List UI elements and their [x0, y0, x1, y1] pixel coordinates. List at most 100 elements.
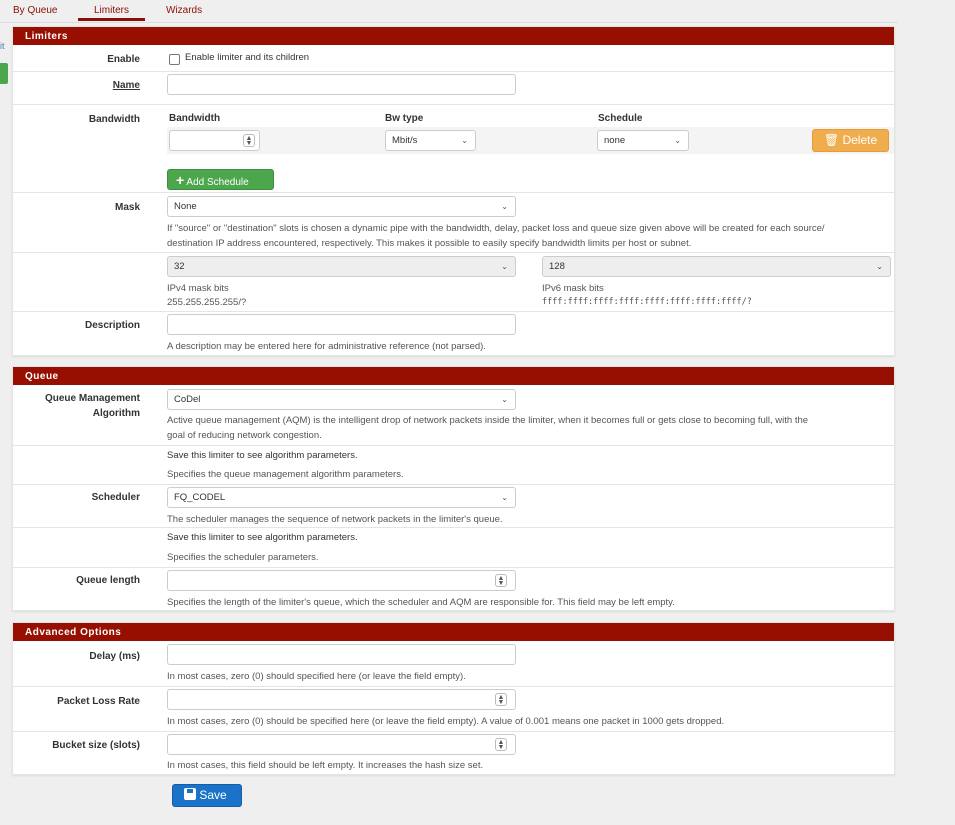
- scheduler-params-row: Save this limiter to see algorithm param…: [13, 527, 894, 567]
- delay-help: In most cases, zero (0) should specified…: [167, 671, 466, 682]
- sidebar-button-fragment[interactable]: [0, 63, 8, 84]
- delay-label: Delay (ms): [89, 651, 140, 662]
- limiters-panel-title: Limiters: [13, 27, 894, 45]
- tab-by-queue[interactable]: By Queue: [13, 5, 57, 16]
- scheduler-select-value: FQ_CODEL: [174, 492, 226, 503]
- ipv6-mask-hint: ffff:ffff:ffff:ffff:ffff:ffff:ffff:ffff/…: [542, 297, 752, 307]
- qma-row: Queue Management Algorithm CoDel ⌄ Activ…: [13, 385, 894, 445]
- bucket-size-help: In most cases, this field should be left…: [167, 760, 484, 771]
- mask-help-line-1: If "source" or "destination" slots is ch…: [167, 223, 825, 234]
- name-input[interactable]: [167, 74, 516, 95]
- bandwidth-row: Bandwidth Bandwidth Bw type Schedule ▲ ▼ …: [13, 104, 894, 192]
- description-row: Description A description may be entered…: [13, 311, 894, 355]
- qma-params-row: Save this limiter to see algorithm param…: [13, 445, 894, 484]
- mask-select[interactable]: None ⌄: [167, 196, 516, 217]
- mask-select-value: None: [174, 201, 197, 212]
- mask-row: Mask None ⌄ If "source" or "destination"…: [13, 192, 894, 252]
- bucket-size-row: Bucket size (slots) ▲ ▼ In most cases, th…: [13, 731, 894, 775]
- chevron-down-icon: ⌄: [461, 136, 468, 145]
- bandwidth-column-header: Bandwidth: [169, 113, 221, 124]
- chevron-down-icon: ⌄: [501, 262, 508, 271]
- add-schedule-label: Add Schedule: [186, 177, 249, 188]
- bucket-size-label: Bucket size (slots): [52, 740, 140, 751]
- queue-length-label: Queue length: [76, 575, 140, 586]
- packet-loss-label: Packet Loss Rate: [57, 696, 140, 707]
- packet-loss-help: In most cases, zero (0) should be specif…: [167, 716, 725, 727]
- ipv4-mask-select[interactable]: 32 ⌄: [167, 256, 516, 277]
- queue-length-input[interactable]: [167, 570, 516, 591]
- ipv4-mask-hint: 255.255.255.255/?: [167, 297, 247, 308]
- chevron-down-icon: ⌄: [674, 136, 681, 145]
- packet-loss-input[interactable]: [167, 689, 516, 710]
- queue-length-help: Specifies the length of the limiter's qu…: [167, 597, 675, 608]
- qma-params-note: Save this limiter to see algorithm param…: [167, 450, 358, 461]
- qma-label-line-2: Algorithm: [92, 408, 140, 419]
- chevron-down-icon: ⌄: [501, 395, 508, 404]
- limiters-panel: Limiters Enable Enable limiter and its c…: [12, 26, 895, 356]
- save-button[interactable]: Save: [172, 784, 242, 807]
- ipv4-mask-value: 32: [174, 261, 185, 272]
- mask-label: Mask: [114, 202, 140, 213]
- plus-icon: +: [176, 172, 185, 188]
- trash-icon: 🗑: [823, 133, 840, 147]
- chevron-down-icon: ⌄: [501, 202, 508, 211]
- description-input[interactable]: [167, 314, 516, 335]
- tab-bar: By Queue Limiters Wizards: [0, 0, 898, 23]
- mask-bits-row: 32 ⌄ IPv4 mask bits 255.255.255.255/? 12…: [13, 252, 894, 311]
- mask-help-line-2: destination IP address encountered, resp…: [167, 238, 692, 249]
- queue-panel-title: Queue: [13, 367, 894, 385]
- advanced-panel: Advanced Options Delay (ms) In most case…: [12, 622, 895, 775]
- description-label: Description: [84, 320, 140, 331]
- scheduler-row: Scheduler FQ_CODEL ⌄ The scheduler manag…: [13, 484, 894, 527]
- name-label: Name: [112, 80, 140, 91]
- tab-wizards[interactable]: Wizards: [166, 5, 202, 16]
- queue-panel: Queue Queue Management Algorithm CoDel ⌄…: [12, 366, 895, 611]
- delay-input[interactable]: [167, 644, 516, 665]
- bwtype-column-header: Bw type: [385, 113, 424, 124]
- advanced-panel-title: Advanced Options: [13, 623, 894, 641]
- delay-row: Delay (ms) In most cases, zero (0) shoul…: [13, 641, 894, 686]
- delete-button-label: Delete: [842, 133, 878, 147]
- bucket-size-input[interactable]: [167, 734, 516, 755]
- qma-select-value: CoDel: [174, 394, 201, 405]
- qma-params-help: Specifies the queue management algorithm…: [167, 469, 404, 480]
- enable-label: Enable: [107, 54, 140, 65]
- scheduler-label: Scheduler: [91, 492, 140, 503]
- scheduler-select[interactable]: FQ_CODEL ⌄: [167, 487, 516, 508]
- schedule-column-header: Schedule: [598, 113, 643, 124]
- queue-length-row: Queue length ▲ ▼ Specifies the length of …: [13, 567, 894, 611]
- bwtype-select-value: Mbit/s: [392, 135, 418, 146]
- scheduler-help: The scheduler manages the sequence of ne…: [167, 514, 503, 525]
- ipv6-mask-select[interactable]: 128 ⌄: [542, 256, 891, 277]
- enable-checkbox-text: Enable limiter and its children: [185, 52, 310, 63]
- ipv6-mask-value: 128: [549, 261, 565, 272]
- save-button-label: Save: [199, 788, 227, 802]
- ipv4-mask-label: IPv4 mask bits: [167, 283, 229, 294]
- ipv6-mask-label: IPv6 mask bits: [542, 283, 604, 294]
- schedule-select[interactable]: none ⌄: [597, 130, 689, 151]
- scheduler-params-help: Specifies the scheduler parameters.: [167, 552, 319, 563]
- scheduler-params-note: Save this limiter to see algorithm param…: [167, 532, 358, 543]
- chevron-down-icon: ⌄: [876, 262, 883, 271]
- qma-label-line-1: Queue Management: [44, 393, 140, 404]
- bwtype-select[interactable]: Mbit/s ⌄: [385, 130, 476, 151]
- name-row: Name: [13, 71, 894, 98]
- spinner-icon[interactable]: ▲ ▼: [495, 693, 507, 706]
- description-help: A description may be entered here for ad…: [167, 341, 486, 352]
- spinner-icon[interactable]: ▲ ▼: [243, 134, 255, 147]
- qma-help-line-2: goal of reducing network congestion.: [167, 430, 322, 441]
- qma-select[interactable]: CoDel ⌄: [167, 389, 516, 410]
- delete-button[interactable]: 🗑 Delete: [812, 129, 889, 152]
- sidebar-link-fragment[interactable]: it: [0, 41, 5, 51]
- spinner-icon[interactable]: ▲ ▼: [495, 574, 507, 587]
- schedule-row-background: [167, 127, 894, 154]
- chevron-down-icon: ⌄: [501, 493, 508, 502]
- tab-limiters[interactable]: Limiters: [78, 5, 146, 21]
- schedule-select-value: none: [604, 135, 626, 146]
- bandwidth-label: Bandwidth: [88, 114, 140, 125]
- spinner-icon[interactable]: ▲ ▼: [495, 738, 507, 751]
- enable-checkbox[interactable]: [169, 54, 180, 65]
- qma-help-line-1: Active queue management (AQM) is the int…: [167, 415, 809, 426]
- enable-row: Enable Enable limiter and its children: [13, 45, 894, 72]
- add-schedule-button[interactable]: + Add Schedule: [167, 169, 274, 190]
